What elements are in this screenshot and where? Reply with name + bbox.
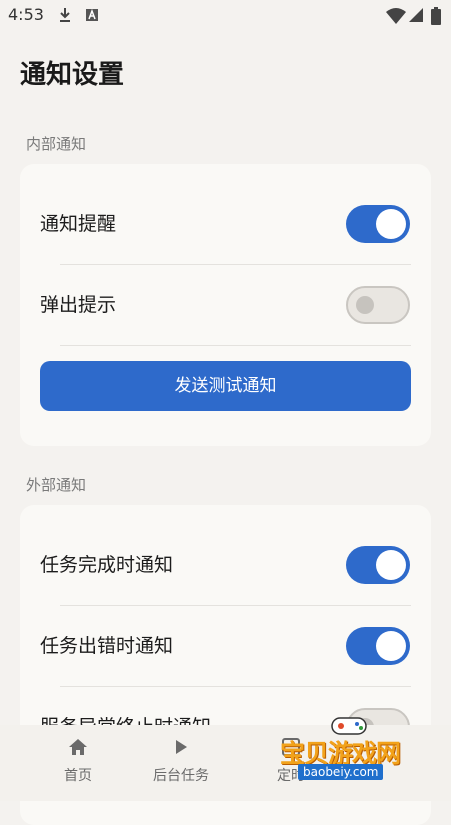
status-bar: 4:53	[0, 0, 451, 32]
setting-row-notify-reminder: 通知提醒	[20, 184, 431, 264]
page-title: 通知设置	[20, 60, 125, 90]
task-error-toggle[interactable]	[346, 627, 410, 665]
status-time: 4:53	[8, 5, 44, 24]
wifi-icon	[386, 8, 406, 24]
divider	[60, 345, 411, 346]
nav-item-background-tasks[interactable]: 后台任务	[126, 725, 236, 801]
watermark-logo: 宝贝游戏网 baobeiy.com	[276, 712, 441, 782]
watermark-url: baobeiy.com	[298, 764, 384, 780]
nav-item-home[interactable]: 首页	[23, 725, 133, 801]
signal-icon	[409, 8, 423, 22]
popup-hint-toggle[interactable]	[346, 286, 410, 324]
setting-label: 任务完成时通知	[40, 554, 174, 576]
play-icon	[176, 740, 187, 754]
setting-label: 通知提醒	[40, 213, 117, 235]
task-complete-toggle[interactable]	[346, 546, 410, 584]
download-icon	[60, 8, 70, 22]
internal-notifications-card: 通知提醒 弹出提示 发送测试通知	[20, 164, 431, 446]
notify-reminder-toggle[interactable]	[346, 205, 410, 243]
section-label-external: 外部通知	[26, 476, 87, 494]
setting-row-task-error: 任务出错时通知	[20, 606, 431, 686]
setting-row-task-complete: 任务完成时通知	[20, 525, 431, 605]
font-app-icon	[86, 8, 98, 21]
setting-row-popup-hint: 弹出提示	[20, 265, 431, 345]
setting-label: 弹出提示	[40, 294, 117, 316]
nav-label: 首页	[64, 768, 92, 784]
send-test-notification-button[interactable]: 发送测试通知	[40, 361, 411, 411]
setting-label: 任务出错时通知	[40, 635, 174, 657]
nav-label: 后台任务	[153, 768, 209, 784]
battery-icon	[431, 7, 441, 25]
section-label-internal: 内部通知	[26, 135, 87, 153]
home-icon	[69, 739, 87, 755]
